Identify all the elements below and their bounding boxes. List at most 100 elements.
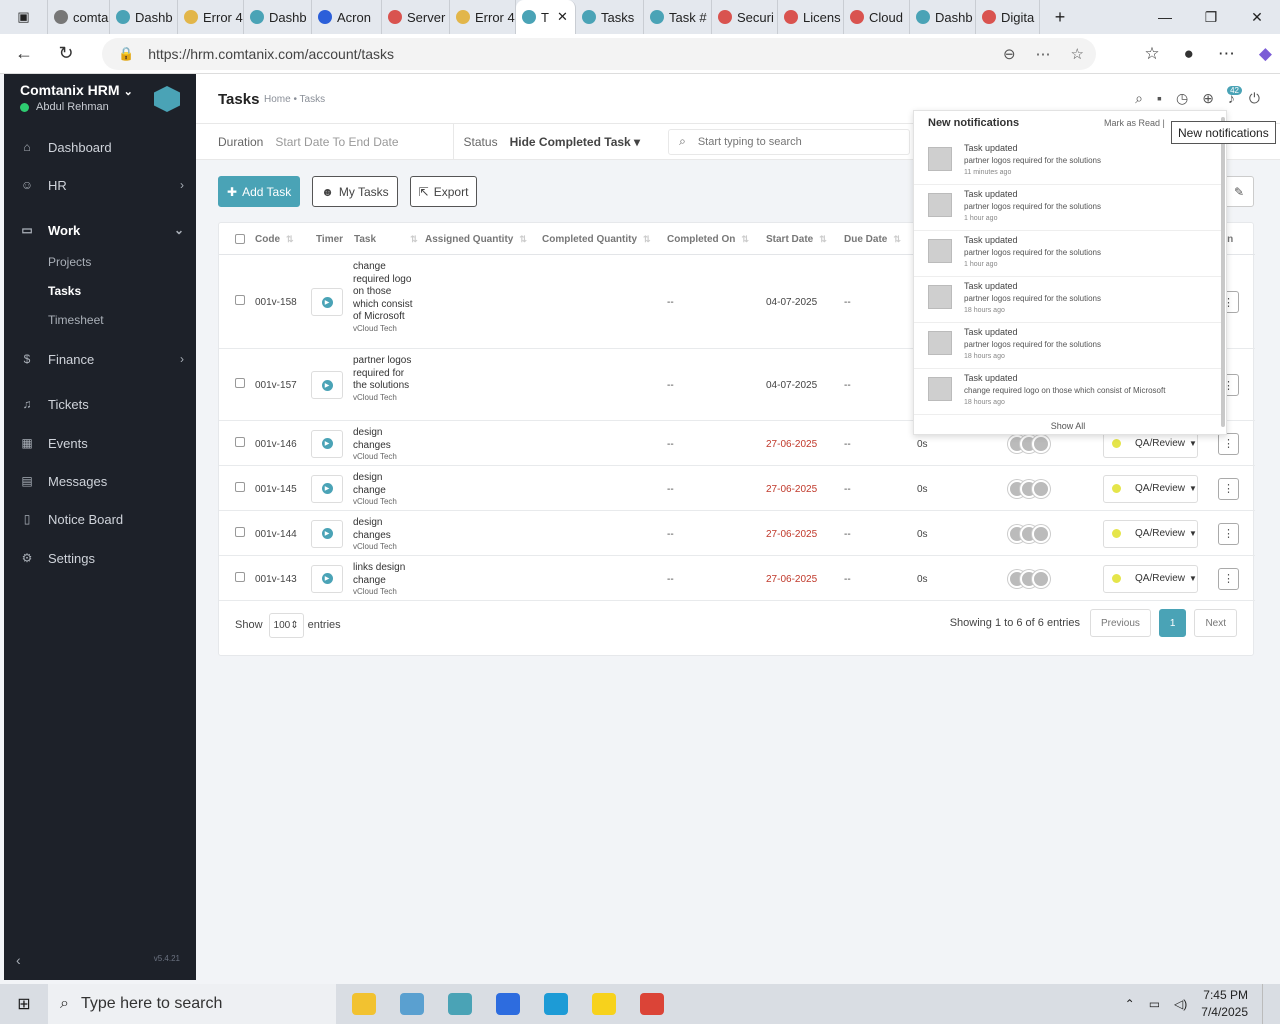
add-task-button[interactable]: ✚ Add Task — [218, 176, 301, 207]
volume-icon[interactable]: ◁) — [1174, 997, 1187, 1011]
assignee-avatars[interactable] — [1008, 524, 1050, 543]
notification-item[interactable]: Task updated partner logos required for t… — [914, 277, 1222, 323]
reload-icon[interactable]: ↻ — [48, 36, 84, 72]
reading-icon[interactable]: ⋯ — [1036, 45, 1051, 63]
copilot-icon[interactable]: ◆ — [1259, 44, 1272, 64]
windows-start-icon[interactable]: ⊞ — [0, 984, 48, 1024]
timer-button[interactable]: ▶ — [311, 371, 343, 399]
assignee-avatars[interactable] — [1008, 434, 1050, 453]
tray-chevron-icon[interactable]: ⌃ — [1125, 997, 1135, 1011]
clock[interactable]: 7:45 PM 7/4/2025 — [1201, 987, 1248, 1021]
search-input[interactable] — [697, 135, 898, 148]
taskbar-search[interactable]: ⌕ Type here to search — [48, 984, 336, 1024]
row-checkbox[interactable] — [235, 436, 245, 447]
show-all-link[interactable]: Show All — [914, 421, 1222, 431]
notification-item[interactable]: Task updated change required logo on thos… — [914, 369, 1222, 415]
back-icon[interactable]: ← — [6, 36, 42, 72]
favorites-icon[interactable]: ☆ — [1144, 44, 1159, 64]
select-all-checkbox[interactable] — [235, 234, 245, 244]
add-circle-icon[interactable]: ⊕ — [1202, 90, 1214, 107]
timer-button[interactable]: ▶ — [311, 288, 343, 316]
mark-as-read-link[interactable]: Mark as Read | — [1104, 118, 1165, 128]
sticky-notes-icon[interactable] — [580, 984, 628, 1024]
page-1-button[interactable]: 1 — [1158, 609, 1187, 637]
show-desktop[interactable] — [1262, 984, 1268, 1024]
breadcrumb[interactable]: Home • Tasks — [264, 94, 325, 105]
column-header-start-date[interactable]: Start Date ⇅ — [766, 234, 827, 245]
browser-tab[interactable]: T ✕ — [516, 0, 576, 34]
row-checkbox[interactable] — [235, 526, 245, 537]
close-window-icon[interactable]: ✕ — [1234, 0, 1280, 34]
edge-icon[interactable] — [532, 984, 580, 1024]
zoom-icon[interactable] — [484, 984, 532, 1024]
sidebar-item-tickets[interactable]: ♫ Tickets — [4, 387, 196, 421]
file-explorer-icon[interactable] — [340, 984, 388, 1024]
sidebar-item-dashboard[interactable]: ⌂ Dashboard — [4, 130, 196, 164]
notification-item[interactable]: Task updated partner logos required for t… — [914, 323, 1222, 369]
search-icon[interactable]: ⌕ — [1135, 90, 1143, 107]
browser-tab[interactable]: Dashb — [110, 0, 178, 34]
timer-button[interactable]: ▶ — [311, 474, 343, 503]
app-icon[interactable] — [388, 984, 436, 1024]
sidebar-item-hr[interactable]: ☺ HR › — [4, 168, 196, 202]
row-checkbox[interactable] — [235, 378, 245, 388]
sidebar-item-finance[interactable]: $ Finance › — [4, 342, 196, 376]
notification-scrollbar[interactable] — [1221, 117, 1225, 427]
timer-button[interactable]: ▶ — [311, 429, 343, 458]
notification-item[interactable]: Task updated partner logos required for t… — [914, 139, 1222, 185]
network-icon[interactable]: ▭ — [1149, 997, 1160, 1011]
tab-actions-button[interactable]: ▣ — [0, 0, 48, 34]
task-name[interactable]: links design change — [353, 562, 405, 586]
task-code[interactable]: 001v-158 — [255, 297, 297, 308]
url-field[interactable]: 🔒 https://hrm.comtanix.com/account/tasks… — [102, 38, 1096, 70]
row-checkbox[interactable] — [235, 571, 245, 582]
export-button[interactable]: ⇱ Export — [409, 176, 478, 207]
collapse-sidebar-icon[interactable]: ‹ — [16, 952, 21, 968]
notification-item[interactable]: Task updated partner logos required for t… — [914, 185, 1222, 231]
browser-tab[interactable]: Dashb — [910, 0, 976, 34]
column-header-task[interactable]: Task ⇅ — [354, 234, 418, 245]
browser-tab[interactable]: Licens — [778, 0, 844, 34]
browser-tab[interactable]: Tasks — [576, 0, 644, 34]
duration-picker[interactable]: Start Date To End Date — [275, 135, 398, 149]
sticky-note-icon[interactable]: ▪ — [1157, 90, 1162, 107]
task-name[interactable]: design change — [353, 472, 386, 496]
new-tab-button[interactable]: + — [1040, 0, 1080, 34]
sidebar-item-notice-board[interactable]: ▯ Notice Board — [4, 502, 196, 536]
browser-tab[interactable]: Digita — [976, 0, 1040, 34]
sidebar-subitem-tasks[interactable]: Tasks — [48, 284, 81, 298]
chrome-icon[interactable] — [628, 984, 676, 1024]
my-tasks-button[interactable]: ☻ My Tasks — [312, 176, 398, 207]
column-header-completed-on[interactable]: Completed On ⇅ — [667, 234, 749, 245]
assignee-avatars[interactable] — [1008, 569, 1050, 588]
task-code[interactable]: 001v-157 — [255, 380, 297, 391]
task-code[interactable]: 001v-146 — [255, 439, 297, 450]
task-name[interactable]: design changes — [353, 427, 391, 451]
power-icon[interactable]: ⏻ — [1249, 90, 1260, 107]
browser-tab[interactable]: Cloud — [844, 0, 910, 34]
browser-tab[interactable]: Acron — [312, 0, 382, 34]
browser-tab[interactable]: Securi — [712, 0, 778, 34]
status-dropdown[interactable]: QA/Review ▼ — [1103, 474, 1198, 503]
previous-button[interactable]: Previous — [1089, 609, 1151, 637]
minimize-icon[interactable]: — — [1142, 0, 1188, 34]
timer-button[interactable]: ▶ — [311, 564, 343, 593]
pin-icon[interactable]: ✎ — [1224, 176, 1254, 207]
status-filter-dropdown[interactable]: Hide Completed Task ▾ — [510, 135, 641, 149]
close-tab-icon[interactable]: ✕ — [557, 9, 568, 25]
sidebar-subitem-projects[interactable]: Projects — [48, 255, 91, 269]
sidebar-subitem-timesheet[interactable]: Timesheet — [48, 313, 104, 327]
browser-tab[interactable]: comta — [48, 0, 110, 34]
browser-tab[interactable]: Server — [382, 0, 450, 34]
task-name[interactable]: change required logo on those which cons… — [353, 261, 412, 322]
next-button[interactable]: Next — [1194, 609, 1237, 637]
sidebar-item-events[interactable]: ▦ Events — [4, 426, 196, 460]
row-actions-menu-icon[interactable]: ⋮ — [1218, 522, 1239, 545]
browser-tab[interactable]: Dashb — [244, 0, 312, 34]
sidebar-item-settings[interactable]: ⚙ Settings — [4, 541, 196, 575]
row-actions-menu-icon[interactable]: ⋮ — [1218, 567, 1239, 590]
hrm-app-icon[interactable] — [436, 984, 484, 1024]
sidebar-item-messages[interactable]: ▤ Messages — [4, 464, 196, 498]
row-actions-menu-icon[interactable]: ⋮ — [1218, 432, 1239, 455]
more-icon[interactable]: ⋯ — [1218, 44, 1235, 64]
